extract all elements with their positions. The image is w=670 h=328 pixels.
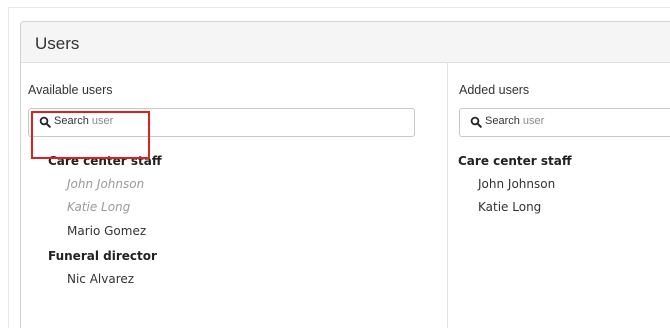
available-user-item: Katie Long: [67, 200, 131, 214]
available-user-item[interactable]: Mario Gomez: [67, 224, 146, 238]
available-user-item[interactable]: Nic Alvarez: [67, 272, 134, 286]
added-user-item[interactable]: Katie Long: [478, 200, 541, 214]
added-users-label: Added users: [459, 83, 530, 97]
group-heading-funeral-director: Funeral director: [48, 249, 157, 263]
group-heading-care-center-staff: Care center staff: [458, 154, 572, 168]
available-user-item: John Johnson: [67, 177, 145, 191]
search-hint: user: [522, 115, 545, 127]
top-divider: [8, 7, 670, 8]
column-divider: [447, 62, 448, 328]
panel-header: [21, 22, 670, 63]
panel-title: Users: [35, 34, 80, 53]
search-placeholder: Search user: [485, 115, 544, 127]
outer-left-divider: [8, 7, 9, 328]
search-prefix: Search: [485, 115, 520, 127]
available-users-label: Available users: [28, 83, 113, 97]
added-users-search-input[interactable]: Search user: [459, 108, 670, 137]
search-icon: [470, 116, 482, 128]
highlight-annotation: [31, 111, 150, 159]
page: Users Available users Search user Care c…: [0, 0, 670, 328]
added-user-item[interactable]: John Johnson: [478, 177, 555, 191]
